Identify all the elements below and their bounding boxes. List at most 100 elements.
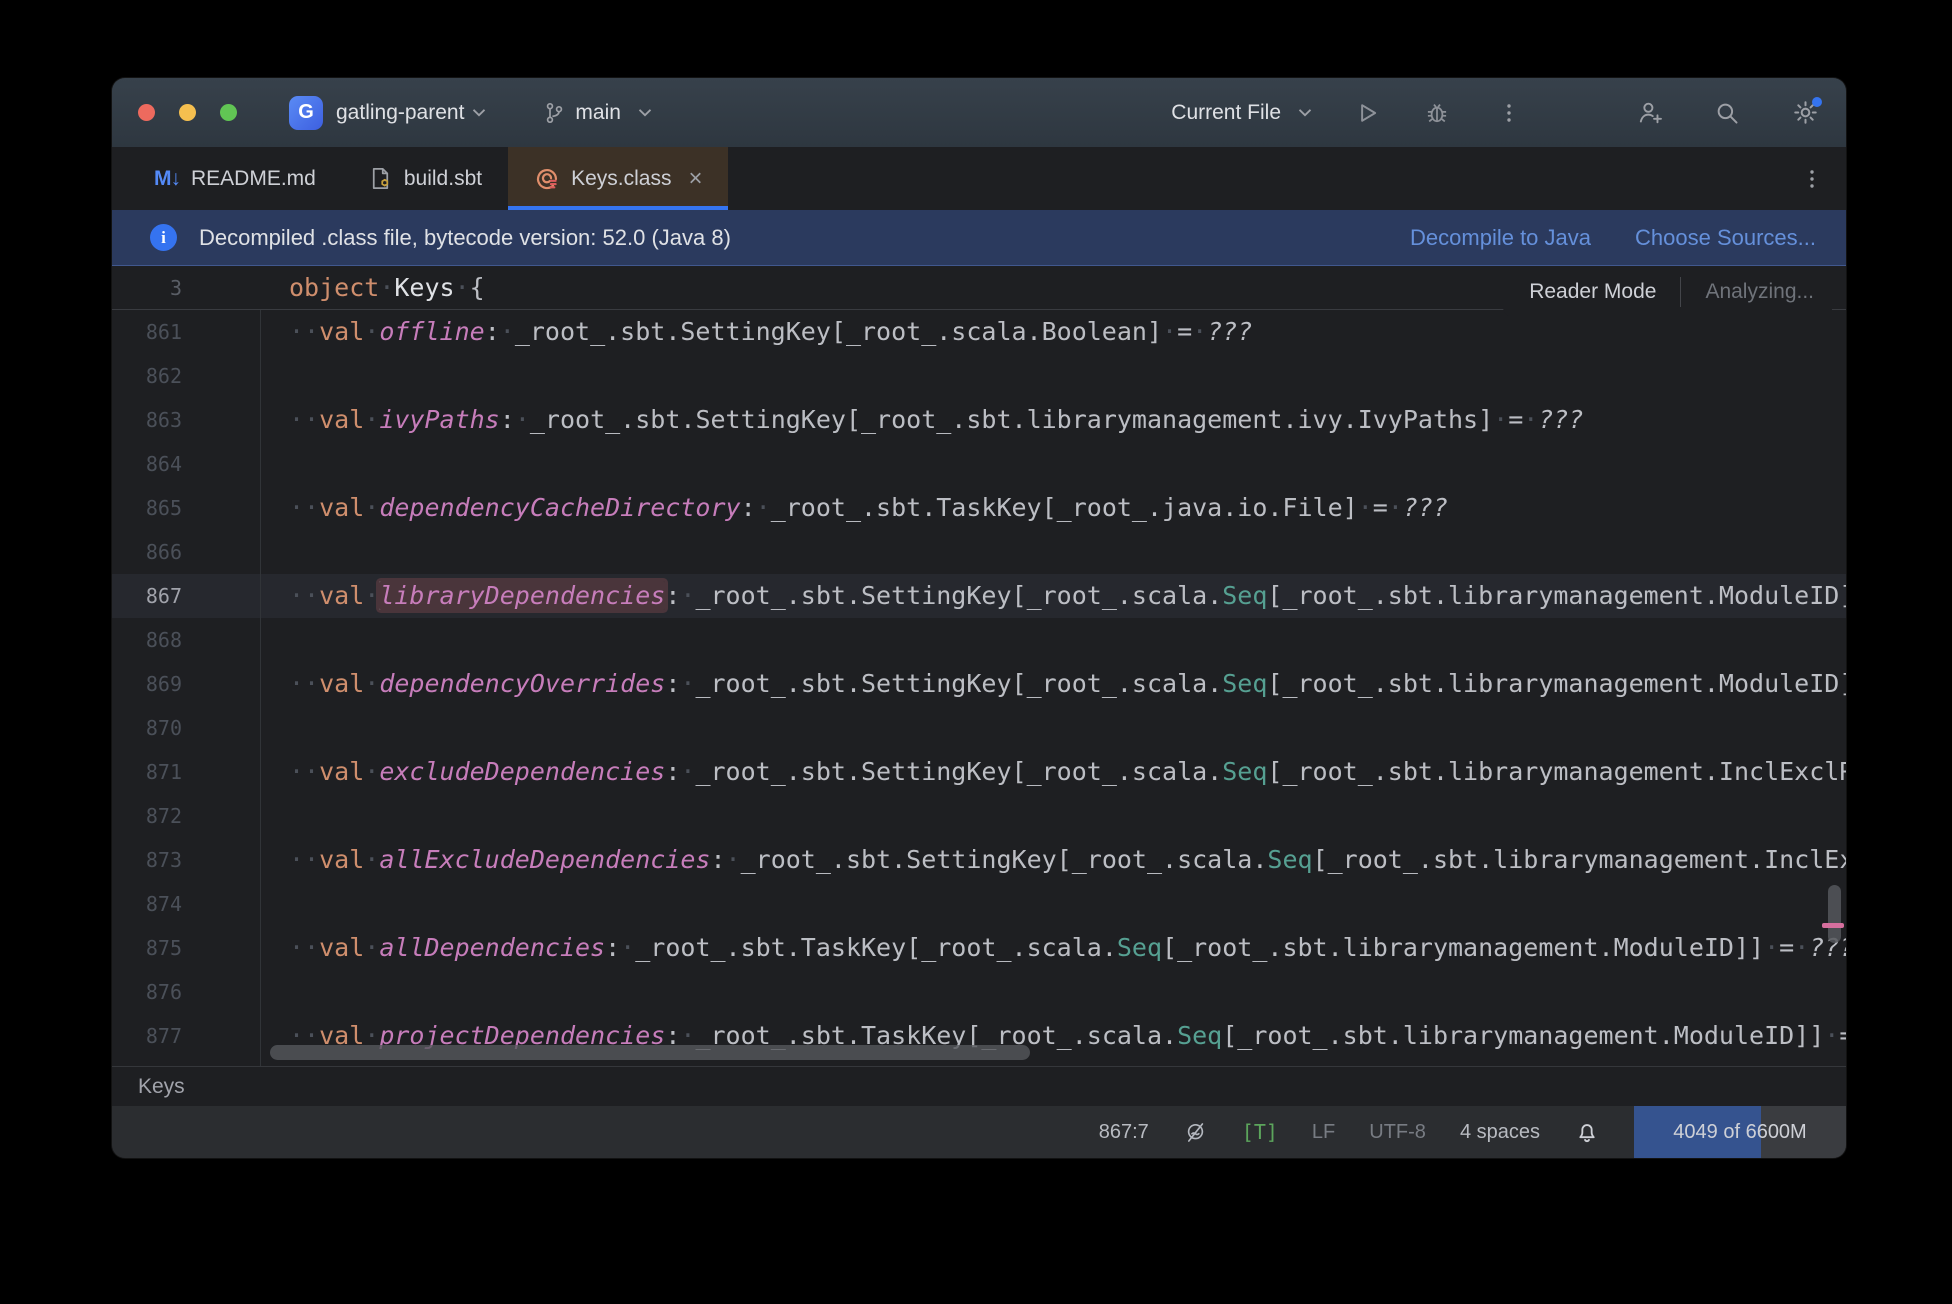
code-token: { — [469, 272, 485, 302]
line-number[interactable]: 876 — [112, 980, 260, 1004]
code-line-865[interactable]: 865 ··val·dependencyCacheDirectory:·_root… — [112, 486, 1846, 530]
choose-sources-link[interactable]: Choose Sources... — [1635, 225, 1816, 251]
code-token: Seq — [1116, 933, 1163, 962]
tab-label: README.md — [191, 166, 316, 190]
line-ending-widget[interactable]: LF — [1312, 1121, 1335, 1144]
minimize-window-button[interactable] — [179, 104, 196, 121]
code-token: · — [514, 405, 530, 434]
markdown-icon: M↓ — [154, 166, 181, 190]
line-number[interactable]: 873 — [112, 848, 260, 872]
code-line-866[interactable]: 866 — [112, 530, 1846, 574]
line-number[interactable]: 862 — [112, 364, 260, 388]
run-button[interactable] — [1352, 98, 1382, 128]
sbt-file-icon — [368, 166, 393, 191]
code-token: _root_.sbt.SettingKey[_root_.scala. — [695, 757, 1223, 786]
reader-mode-toggle[interactable]: Reader Mode — [1529, 280, 1656, 304]
analyzing-status: Analyzing... — [1705, 279, 1814, 303]
notification-banner: i Decompiled .class file, bytecode versi… — [112, 210, 1846, 266]
line-number[interactable]: 874 — [112, 892, 260, 916]
code-token: · — [364, 757, 380, 786]
code-line-872[interactable]: 872 — [112, 794, 1846, 838]
settings-gear-icon[interactable] — [1790, 96, 1822, 128]
line-number[interactable]: 864 — [112, 452, 260, 476]
vcs-branch-widget[interactable]: main — [542, 101, 652, 125]
code-editor[interactable]: 861 ··val·offline:·_root_.sbt.SettingKey[… — [112, 266, 1846, 1066]
code-line-871[interactable]: 871 ··val·excludeDependencies:·_root_.sbt… — [112, 750, 1846, 794]
tab-label: build.sbt — [403, 166, 483, 190]
code-line-864[interactable]: 864 — [112, 442, 1846, 486]
line-number[interactable]: 861 — [112, 320, 260, 344]
text-mode-indicator[interactable]: [T] — [1242, 1120, 1278, 1144]
more-actions-menu[interactable] — [1494, 98, 1524, 128]
line-number[interactable]: 877 — [112, 1024, 260, 1048]
search-everywhere-icon[interactable] — [1712, 98, 1742, 128]
tab-readme-md[interactable]: M↓ README.md — [128, 147, 342, 210]
code-line-874[interactable]: 874 — [112, 882, 1846, 926]
code-line-863[interactable]: 863 ··val·ivyPaths:·_root_.sbt.SettingKey… — [112, 398, 1846, 442]
code-token: : — [710, 845, 726, 874]
code-line-867[interactable]: 867 ··val·libraryDependencies:·_root_.sbt… — [112, 574, 1846, 618]
line-number[interactable]: 875 — [112, 936, 260, 960]
maximize-window-button[interactable] — [220, 104, 237, 121]
project-icon[interactable]: G — [289, 95, 323, 130]
caret-position-widget[interactable]: 867:7 — [1099, 1121, 1149, 1144]
code-token: Seq — [1222, 757, 1268, 786]
code-token: excludeDependencies — [379, 757, 666, 786]
decompile-to-java-link[interactable]: Decompile to Java — [1410, 225, 1591, 251]
code-token: _root_.sbt.SettingKey[_root_.sbt.library… — [529, 405, 1494, 434]
code-token: · — [364, 933, 380, 962]
run-configuration-selector[interactable]: Current File — [1171, 101, 1312, 125]
code-token: dependencyCacheDirectory — [379, 493, 741, 522]
code-token: allExcludeDependencies — [379, 845, 711, 874]
breadcrumb[interactable]: Keys — [138, 1075, 185, 1099]
line-number[interactable]: 3 — [112, 276, 260, 300]
code-with-me-icon[interactable] — [1634, 98, 1664, 128]
close-tab-icon[interactable]: × — [688, 166, 702, 191]
code-token: [_root_.sbt.librarymanagement.InclExclRu… — [1267, 757, 1846, 786]
code-token: · — [755, 493, 771, 522]
highlighting-level-icon[interactable] — [1183, 1120, 1208, 1145]
breadcrumb-bar: Keys — [112, 1066, 1846, 1106]
code-line-869[interactable]: 869 ··val·dependencyOverrides:·_root_.sbt… — [112, 662, 1846, 706]
code-line-870[interactable]: 870 — [112, 706, 1846, 750]
memory-indicator[interactable]: 4049 of 6600M — [1634, 1106, 1846, 1158]
line-number[interactable]: 863 — [112, 408, 260, 432]
debug-button[interactable] — [1422, 98, 1452, 128]
line-number[interactable]: 865 — [112, 496, 260, 520]
close-window-button[interactable] — [138, 104, 155, 121]
code-token: · — [1387, 493, 1403, 522]
vertical-scrollbar-thumb[interactable] — [1828, 885, 1841, 943]
notifications-bell-icon[interactable] — [1574, 1119, 1600, 1145]
encoding-widget[interactable]: UTF-8 — [1369, 1121, 1426, 1144]
line-number[interactable]: 871 — [112, 760, 260, 784]
line-number[interactable]: 870 — [112, 716, 260, 740]
code-line-862[interactable]: 862 — [112, 354, 1846, 398]
indent-widget[interactable]: 4 spaces — [1460, 1121, 1540, 1144]
line-number[interactable]: 869 — [112, 672, 260, 696]
code-token: val — [319, 845, 365, 874]
tab-build-sbt[interactable]: build.sbt — [342, 147, 508, 210]
line-number[interactable]: 868 — [112, 628, 260, 652]
code-line-875[interactable]: 875 ··val·allDependencies:·_root_.sbt.Tas… — [112, 926, 1846, 970]
editor-tab-bar: M↓ README.md build.sbt Keys.class × — [112, 147, 1846, 210]
horizontal-scrollbar-thumb[interactable] — [270, 1045, 1030, 1060]
tab-keys-class[interactable]: Keys.class × — [508, 147, 729, 210]
line-number[interactable]: 867 — [112, 584, 260, 608]
code-token: = — [1508, 405, 1524, 434]
code-line-876[interactable]: 876 — [112, 970, 1846, 1014]
code-token: [_root_.sbt.librarymanagement.ModuleID]] — [1267, 581, 1846, 610]
line-number[interactable]: 866 — [112, 540, 260, 564]
scrollbar-highlight-mark[interactable] — [1822, 923, 1844, 928]
tab-options-menu[interactable] — [1800, 147, 1824, 210]
project-selector[interactable]: gatling-parent — [336, 101, 464, 125]
code-token: val — [319, 317, 365, 346]
code-token: Seq — [1222, 669, 1268, 698]
code-token: · — [680, 757, 696, 786]
code-text: ··val·ivyPaths:·_root_.sbt.SettingKey[_r… — [260, 398, 1846, 442]
code-token: · — [1357, 493, 1373, 522]
code-line-873[interactable]: 873 ··val·allExcludeDependencies:·_root_.… — [112, 838, 1846, 882]
line-number[interactable]: 872 — [112, 804, 260, 828]
code-token: val — [319, 933, 365, 962]
code-line-868[interactable]: 868 — [112, 618, 1846, 662]
code-token: val — [319, 493, 365, 522]
